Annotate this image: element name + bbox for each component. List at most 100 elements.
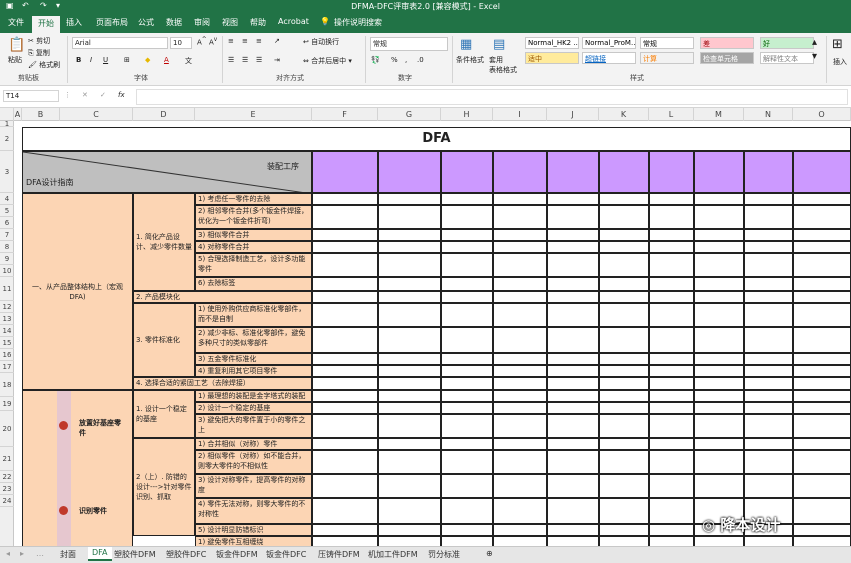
grid-cell[interactable] <box>547 414 599 438</box>
tab-home[interactable]: 开始 <box>32 16 60 33</box>
grid-cell[interactable] <box>312 241 378 253</box>
grid-cell[interactable] <box>312 205 378 229</box>
process-cell[interactable] <box>793 151 851 193</box>
wrap-text-button[interactable]: ↩ 自动换行 <box>303 37 339 47</box>
guideline-item[interactable]: 5) 设计明显防错标识 <box>195 524 312 536</box>
grid-cell[interactable] <box>547 229 599 241</box>
grid-cell[interactable] <box>694 253 744 277</box>
scroll-up-icon[interactable]: ▴ <box>812 37 817 48</box>
bold-icon[interactable]: B <box>76 56 81 64</box>
cell-style-8[interactable]: 检查单元格 <box>700 52 754 64</box>
currency-icon[interactable]: 💱 <box>371 56 380 64</box>
grid-cell[interactable] <box>547 365 599 377</box>
grid-cell[interactable] <box>649 536 694 546</box>
sub-6-cell[interactable]: 2（上）. 防错的设计--->针对零件识别、抓取 <box>133 438 195 536</box>
add-sheet-icon[interactable]: ⊕ <box>486 549 493 558</box>
grid-cell[interactable] <box>694 205 744 229</box>
grid-cell[interactable] <box>599 402 649 414</box>
font-color-icon[interactable]: A <box>164 56 169 64</box>
process-cell[interactable] <box>744 151 793 193</box>
grid-cell[interactable] <box>547 377 599 390</box>
grid-cell[interactable] <box>793 390 851 402</box>
row-header-17[interactable]: 17 <box>0 361 14 373</box>
grid-cell[interactable] <box>547 438 599 450</box>
grid-cell[interactable] <box>599 365 649 377</box>
grid-cell[interactable] <box>744 450 793 474</box>
grid-cell[interactable] <box>547 277 599 291</box>
grid-cell[interactable] <box>312 353 378 365</box>
grid-cell[interactable] <box>312 327 378 353</box>
sub-1-cell[interactable]: 1. 简化产品设计、减少零件数量 <box>133 193 195 291</box>
grid-cell[interactable] <box>493 402 547 414</box>
process-cell[interactable] <box>547 151 599 193</box>
underline-icon[interactable]: U <box>103 56 108 64</box>
grid-cell[interactable] <box>793 291 851 303</box>
grid-cell[interactable] <box>793 277 851 291</box>
column-header-N[interactable]: N <box>744 108 793 121</box>
cancel-icon[interactable]: ✕ <box>82 91 88 99</box>
grid-cell[interactable] <box>378 498 441 524</box>
tab-insert[interactable]: 插入 <box>66 17 82 28</box>
borders-icon[interactable]: ⊞ <box>124 56 130 64</box>
worksheet-grid[interactable]: DFA 装配工序 DFA设计指南 一、从产品整体结构上（宏观DFA) 1. 简化… <box>14 121 851 546</box>
process-cell[interactable] <box>378 151 441 193</box>
grid-cell[interactable] <box>493 536 547 546</box>
grid-cell[interactable] <box>441 365 493 377</box>
guideline-item[interactable]: 2) 相邻零件合并(多个钣金件焊接，优化为一个钣金件折弯) <box>195 205 312 229</box>
phonetic-icon[interactable]: 文 <box>185 56 192 66</box>
sheet-tab-0[interactable]: 封面 <box>60 549 76 560</box>
align-top-icon[interactable]: ≡ <box>228 37 234 45</box>
grid-cell[interactable] <box>599 390 649 402</box>
grid-cell[interactable] <box>547 291 599 303</box>
grid-cell[interactable] <box>793 205 851 229</box>
grid-cell[interactable] <box>493 438 547 450</box>
grid-cell[interactable] <box>744 353 793 365</box>
grid-cell[interactable] <box>694 402 744 414</box>
grid-cell[interactable] <box>744 377 793 390</box>
grid-cell[interactable] <box>441 241 493 253</box>
comma-icon[interactable]: , <box>405 56 407 64</box>
grid-cell[interactable] <box>547 303 599 327</box>
grid-cell[interactable] <box>378 390 441 402</box>
grid-cell[interactable] <box>312 536 378 546</box>
grid-cell[interactable] <box>649 438 694 450</box>
grid-cell[interactable] <box>312 474 378 498</box>
grid-cell[interactable] <box>649 277 694 291</box>
grid-cell[interactable] <box>793 327 851 353</box>
grid-cell[interactable] <box>378 291 441 303</box>
grid-cell[interactable] <box>312 498 378 524</box>
grid-cell[interactable] <box>493 229 547 241</box>
decimal-icon[interactable]: .0 <box>417 56 424 64</box>
column-header-J[interactable]: J <box>547 108 599 121</box>
grid-cell[interactable] <box>649 390 694 402</box>
row-header-13[interactable]: 13 <box>0 313 14 325</box>
grid-cell[interactable] <box>744 536 793 546</box>
grid-cell[interactable] <box>493 474 547 498</box>
italic-icon[interactable]: I <box>90 56 92 64</box>
grid-cell[interactable] <box>312 291 378 303</box>
grid-cell[interactable] <box>378 536 441 546</box>
grid-cell[interactable] <box>694 241 744 253</box>
process-cell[interactable] <box>493 151 547 193</box>
process-cell[interactable] <box>694 151 744 193</box>
grid-cell[interactable] <box>694 229 744 241</box>
grid-cell[interactable] <box>547 536 599 546</box>
grid-cell[interactable] <box>441 498 493 524</box>
grid-cell[interactable] <box>547 193 599 205</box>
guideline-item[interactable]: 3) 避免把大的零件置于小的零件之上 <box>195 414 312 438</box>
grid-cell[interactable] <box>441 536 493 546</box>
grid-cell[interactable] <box>793 241 851 253</box>
tab-data[interactable]: 数据 <box>166 17 182 28</box>
row-header-4[interactable]: 4 <box>0 193 14 205</box>
guideline-item[interactable]: 1) 最理想的装配是金字塔式的装配 <box>195 390 312 402</box>
grid-cell[interactable] <box>441 402 493 414</box>
format-painter-button[interactable]: 🖌 格式刷 <box>28 60 60 70</box>
grid-cell[interactable] <box>378 377 441 390</box>
grid-cell[interactable] <box>744 253 793 277</box>
grid-cell[interactable] <box>649 474 694 498</box>
grid-cell[interactable] <box>378 241 441 253</box>
row-header-24[interactable]: 24 <box>0 495 14 507</box>
grid-cell[interactable] <box>599 205 649 229</box>
grid-cell[interactable] <box>694 450 744 474</box>
grid-cell[interactable] <box>793 438 851 450</box>
